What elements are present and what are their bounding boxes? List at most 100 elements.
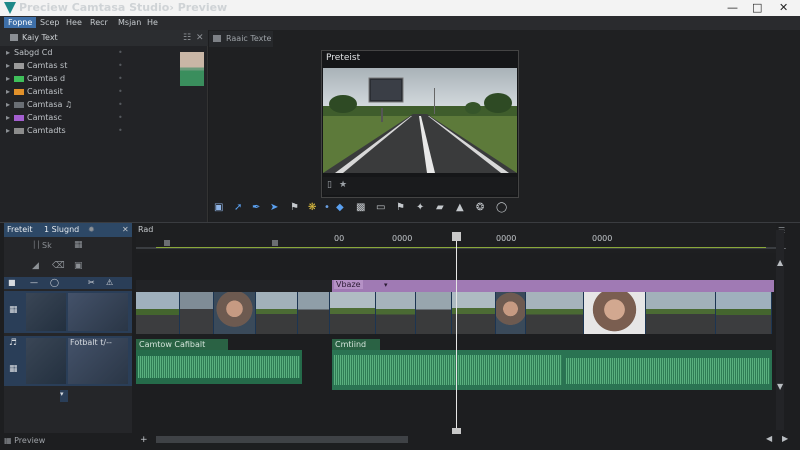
track-panel-tab[interactable]: Freteit bbox=[7, 225, 32, 234]
bin-item-2[interactable]: ▸ Camtas d • bbox=[6, 74, 123, 86]
ring-icon[interactable]: ◯ bbox=[50, 278, 59, 287]
cut-icon[interactable]: ✂ bbox=[88, 278, 95, 287]
menu-file[interactable]: Fopne bbox=[4, 17, 37, 28]
scroll-right-icon[interactable]: ▶ bbox=[782, 434, 788, 443]
flag-icon[interactable]: ⚑ bbox=[396, 202, 405, 213]
chevron-down-icon[interactable]: ▾ bbox=[384, 281, 388, 289]
crop-icon[interactable]: ▩ bbox=[356, 202, 365, 213]
video-clip[interactable] bbox=[646, 292, 716, 334]
timeline-horizontal-scrollbar[interactable] bbox=[156, 436, 408, 443]
range-start-icon[interactable] bbox=[164, 240, 170, 246]
video-clip[interactable] bbox=[214, 292, 256, 334]
expand-arrow-icon: ▸ bbox=[6, 87, 11, 96]
video-track-header[interactable]: ▦ bbox=[4, 291, 132, 333]
shape-icon[interactable]: ✦ bbox=[416, 202, 424, 213]
frame-icon[interactable]: ▭ bbox=[376, 202, 385, 213]
star-icon[interactable]: ★ bbox=[339, 180, 347, 190]
menu-view[interactable]: Hee bbox=[66, 18, 82, 27]
audio-waveform bbox=[566, 358, 770, 384]
effects-icon[interactable]: ❋ bbox=[308, 202, 316, 213]
triangle-icon[interactable]: ▲ bbox=[456, 202, 464, 213]
track-grid-icon: ▦ bbox=[9, 305, 18, 315]
range-end-icon[interactable] bbox=[272, 240, 278, 246]
scroll-left-icon[interactable]: ◀ bbox=[766, 434, 772, 443]
trash-icon[interactable]: ⌫ bbox=[52, 261, 65, 271]
bin-item-3[interactable]: ▸ Camtasit • bbox=[6, 87, 123, 99]
cursor-icon[interactable]: ➤ bbox=[270, 202, 278, 213]
arrow-tool-icon[interactable]: ➚ bbox=[234, 202, 242, 213]
video-clip[interactable] bbox=[526, 292, 584, 334]
bin-item-5[interactable]: ▸ Camtasc • bbox=[6, 113, 123, 125]
marker-icon[interactable]: ◢ bbox=[32, 261, 39, 271]
video-frame[interactable] bbox=[323, 68, 517, 173]
track-panel bbox=[4, 237, 132, 433]
video-clip[interactable] bbox=[416, 292, 452, 334]
menu-share[interactable]: Msjan bbox=[118, 18, 141, 27]
device-icon[interactable]: ▯ bbox=[327, 180, 332, 190]
video-clip[interactable] bbox=[376, 292, 416, 334]
grid-icon[interactable]: ▦ bbox=[74, 240, 83, 250]
canvas-icon bbox=[213, 35, 221, 42]
track-expand-icon[interactable]: ▾ bbox=[60, 390, 68, 402]
preview-window-label: Preteist bbox=[326, 53, 361, 63]
add-track-icon[interactable]: + bbox=[140, 435, 148, 445]
media-thumbnail[interactable] bbox=[180, 52, 204, 86]
expand-arrow-icon: ▸ bbox=[6, 48, 11, 57]
playhead-handle[interactable] bbox=[452, 232, 461, 241]
bin-item-6[interactable]: ▸ Camtadts • bbox=[6, 126, 123, 138]
menu-help[interactable]: He bbox=[147, 18, 158, 27]
scroll-up-icon[interactable]: ▲ bbox=[777, 258, 783, 267]
video-clip[interactable] bbox=[298, 292, 330, 334]
video-clip[interactable] bbox=[330, 292, 376, 334]
media-bin-tab[interactable]: Kaiy Text bbox=[22, 33, 58, 42]
bin-item-1[interactable]: ▸ Camtas st • bbox=[6, 61, 123, 73]
tab-close-icon[interactable]: ✕ bbox=[122, 225, 129, 234]
minus-icon[interactable]: — bbox=[30, 278, 38, 287]
diamond-icon[interactable]: ◆ bbox=[336, 202, 344, 213]
menu-edit[interactable]: Scep bbox=[40, 18, 59, 27]
tab-settings-icon[interactable]: ✹ bbox=[88, 225, 95, 234]
track-thumbnail-2 bbox=[68, 293, 128, 331]
dots-icon[interactable]: • bbox=[324, 202, 330, 213]
video-clip[interactable] bbox=[452, 292, 496, 334]
gear-icon[interactable]: ❂ bbox=[476, 202, 484, 213]
track-panel-tab-2[interactable]: 1 Slugnd bbox=[44, 225, 79, 234]
bin-options-icon[interactable]: ☷ bbox=[183, 33, 191, 43]
tick-label: 00 bbox=[334, 234, 345, 243]
transition-icon[interactable]: ▰ bbox=[436, 202, 444, 213]
ruler-progress bbox=[156, 247, 766, 248]
close-icon[interactable]: ✕ bbox=[779, 1, 788, 14]
ruler-label: Rad bbox=[138, 225, 154, 234]
audio-track-header[interactable]: ♬ ▦ Fotbalt t/-- bbox=[4, 336, 132, 386]
video-clip[interactable] bbox=[180, 292, 214, 334]
warning-icon[interactable]: ⚠ bbox=[106, 278, 113, 287]
scroll-down-icon[interactable]: ▼ bbox=[777, 382, 783, 391]
maximize-icon[interactable]: □ bbox=[752, 1, 762, 14]
bin-close-icon[interactable]: ✕ bbox=[196, 33, 204, 43]
pen-icon[interactable]: ✒ bbox=[252, 202, 260, 213]
select-icon[interactable]: ▣ bbox=[214, 202, 223, 213]
playhead[interactable] bbox=[456, 232, 457, 432]
pin-icon[interactable]: ⚑ bbox=[290, 202, 299, 213]
expand-arrow-icon: ▸ bbox=[6, 100, 11, 109]
minimize-icon[interactable]: — bbox=[727, 1, 738, 14]
video-clip[interactable] bbox=[716, 292, 772, 334]
video-clip[interactable] bbox=[136, 292, 180, 334]
media-chip-icon bbox=[14, 127, 24, 134]
video-clip[interactable] bbox=[256, 292, 298, 334]
expand-arrow-icon: ▸ bbox=[6, 61, 11, 70]
video-clip[interactable] bbox=[584, 292, 646, 334]
square-icon[interactable]: ■ bbox=[8, 278, 16, 287]
playhead-end-handle[interactable] bbox=[452, 428, 461, 434]
menu-bar: Fopne Scep Hee Recr Msjan He bbox=[0, 16, 800, 30]
tick-label: 0000 bbox=[592, 234, 613, 243]
marker-clip[interactable] bbox=[332, 280, 774, 292]
status-text: ▦ Preview bbox=[4, 436, 46, 445]
menu-record[interactable]: Recr bbox=[90, 18, 108, 27]
circle-icon[interactable]: ◯ bbox=[496, 202, 507, 213]
link-icon[interactable]: ││ bbox=[32, 241, 40, 249]
bin-root-item[interactable]: ▸ Sabgd Cd • bbox=[6, 48, 123, 60]
bin-item-4[interactable]: ▸ Camtasa ♫ • bbox=[6, 100, 123, 112]
lock-icon[interactable]: ▣ bbox=[74, 261, 83, 271]
video-clip[interactable] bbox=[496, 292, 526, 334]
